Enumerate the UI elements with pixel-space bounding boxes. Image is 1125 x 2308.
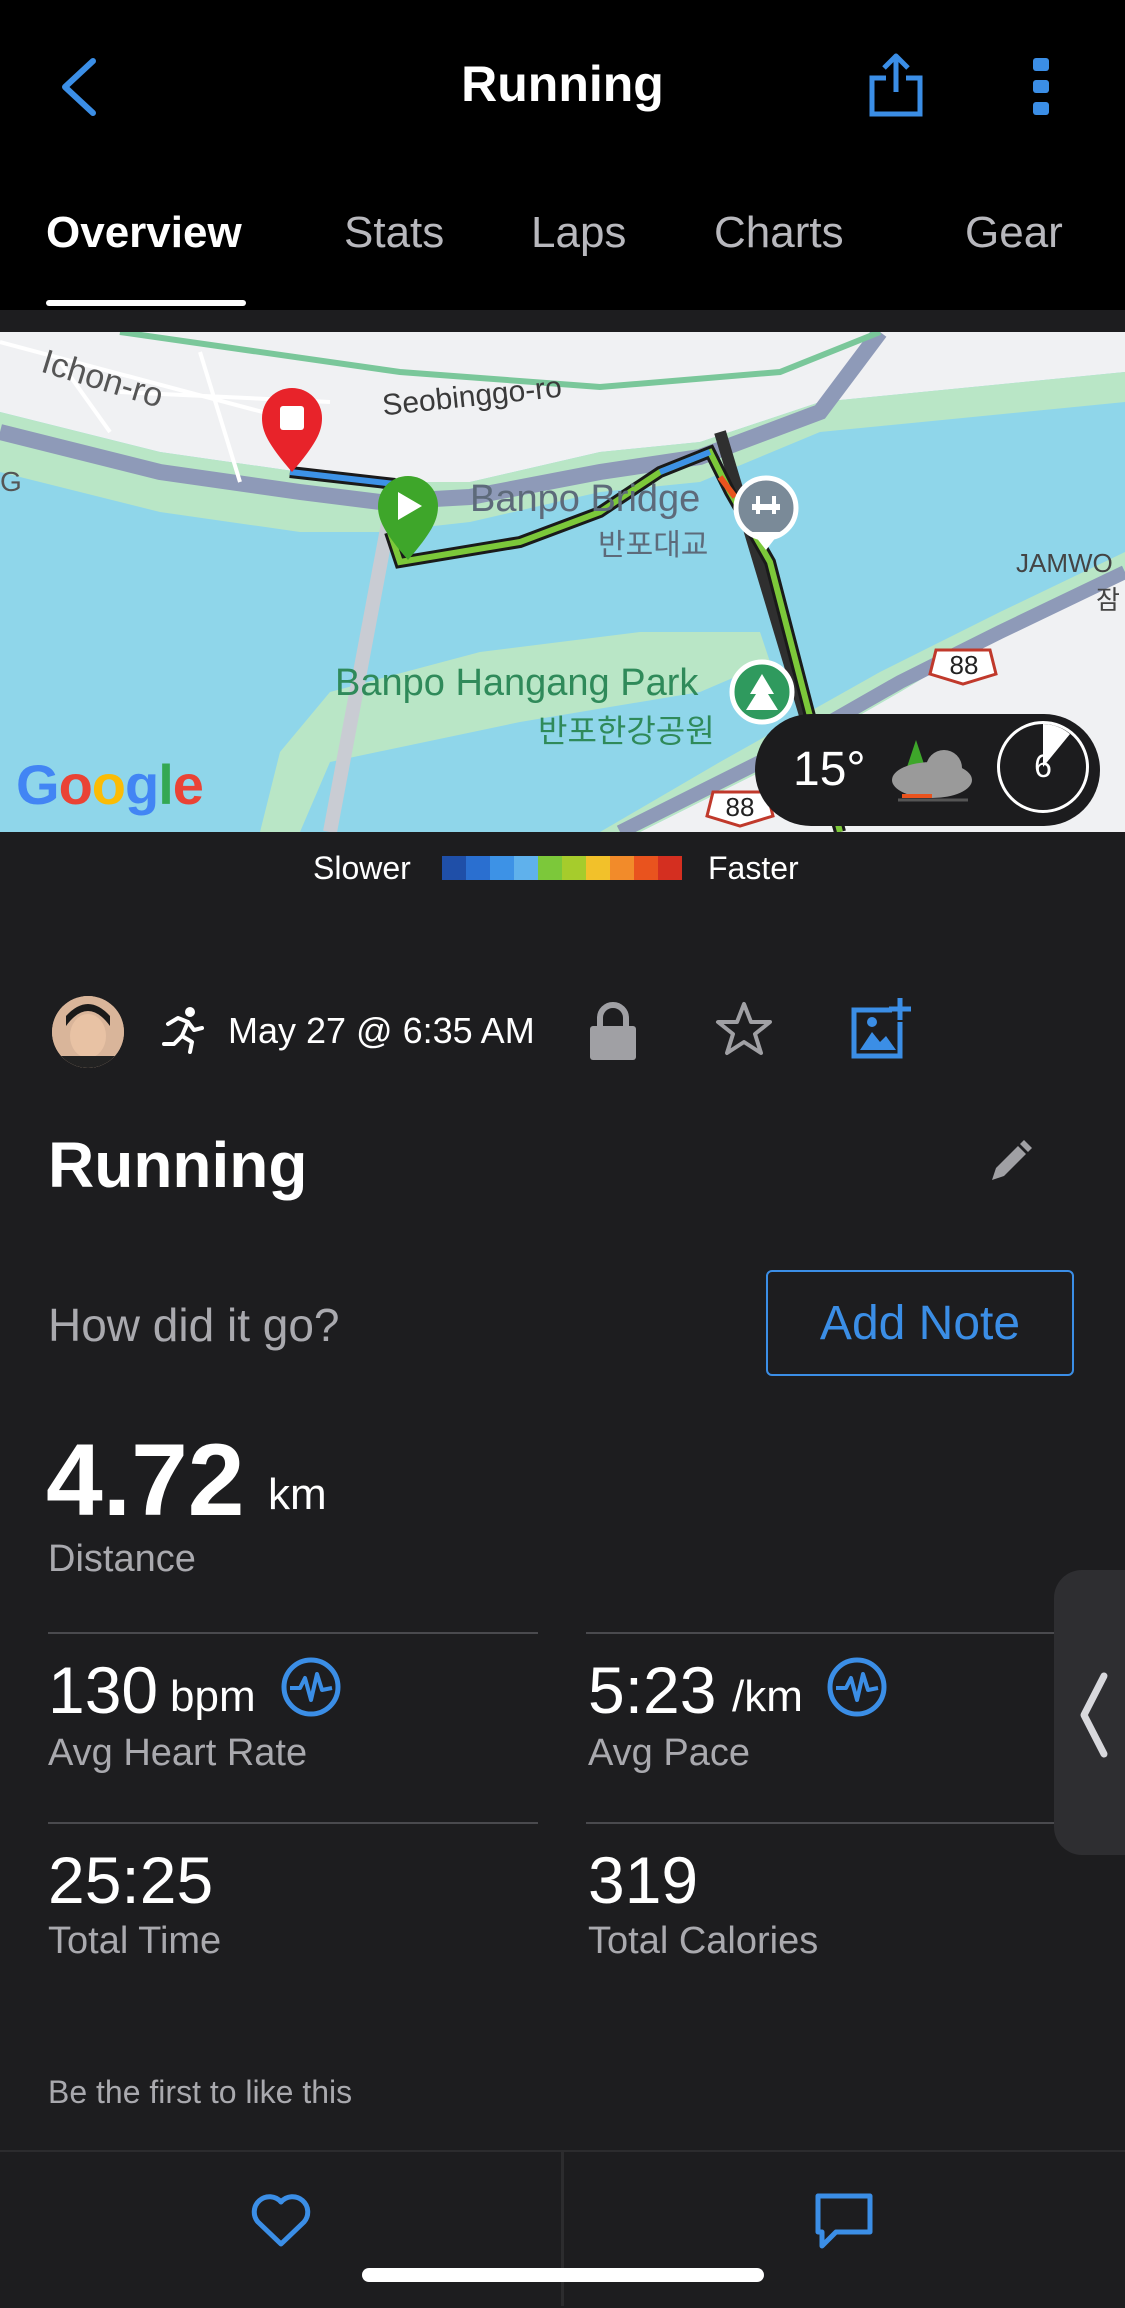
legend-color-segment [490, 856, 514, 880]
map-label-banpo-bridge-ko: 반포대교 [598, 529, 709, 562]
activity-title: Running [48, 1129, 308, 1201]
tab-charts[interactable]: Charts [714, 208, 844, 258]
home-indicator [362, 2268, 764, 2282]
route-shield-88-a: 88 [949, 650, 979, 680]
heart-icon[interactable] [250, 2192, 312, 2248]
stat-divider [586, 1632, 1056, 1634]
total-time-value: 25:25 [48, 1843, 214, 1917]
pace-unit: /km [732, 1672, 803, 1721]
avatar[interactable] [52, 996, 124, 1068]
add-photo-icon[interactable] [850, 998, 912, 1060]
page-title: Running [461, 56, 664, 112]
distance-unit: km [268, 1470, 327, 1519]
legend-slower-label: Slower [313, 850, 411, 886]
legend-color-segment [466, 856, 490, 880]
header-separator [0, 310, 1125, 332]
activity-date: May 27 @ 6:35 AM [228, 1010, 535, 1051]
legend-color-segment [634, 856, 658, 880]
heart-rate-chart-icon[interactable] [280, 1656, 342, 1718]
map-label-banpo-park-ko: 반포한강공원 [538, 713, 715, 749]
map-label-banpo-bridge: Banpo Bridge [470, 478, 701, 520]
tab-bar: Overview Stats Laps Charts Gear [0, 200, 1125, 310]
bottom-bar-divider [561, 2152, 564, 2306]
more-vertical-icon[interactable] [1030, 56, 1052, 116]
distance-value: 4.72 [46, 1423, 245, 1537]
cloud-rain-icon [892, 740, 972, 802]
side-panel-handle[interactable] [1054, 1570, 1125, 1855]
map-label-g: G [0, 466, 22, 497]
comment-icon[interactable] [814, 2192, 874, 2250]
map-label-jamwo: JAMWO [1016, 548, 1113, 578]
likes-summary: Be the first to like this [48, 2074, 353, 2110]
heart-rate-label: Avg Heart Rate [48, 1732, 308, 1774]
star-icon[interactable] [714, 1000, 774, 1060]
map-label-banpo-park: Banpo Hangang Park [335, 662, 699, 704]
tab-stats[interactable]: Stats [344, 208, 444, 258]
legend-faster-label: Faster [708, 850, 799, 886]
legend-color-segment [586, 856, 610, 880]
pace-label: Avg Pace [588, 1732, 750, 1774]
pace-color-legend [442, 856, 682, 880]
lock-icon[interactable] [588, 1000, 638, 1062]
active-tab-indicator [46, 300, 246, 306]
pace-value: 5:23 [588, 1653, 717, 1727]
calories-label: Total Calories [588, 1920, 819, 1962]
wind-speed-value: 6 [1034, 748, 1052, 784]
calories-value: 319 [588, 1843, 699, 1917]
stat-divider [48, 1822, 538, 1824]
google-logo: Google [16, 753, 204, 816]
share-icon[interactable] [866, 52, 926, 118]
map-label-jamwo-ko: 잠 [1096, 585, 1120, 615]
tab-gear[interactable]: Gear [965, 208, 1063, 258]
legend-color-segment [658, 856, 682, 880]
legend-color-segment [610, 856, 634, 880]
stat-divider [586, 1822, 1056, 1824]
add-note-button[interactable]: Add Note [766, 1270, 1074, 1376]
tab-overview[interactable]: Overview [46, 208, 242, 258]
total-time-label: Total Time [48, 1920, 222, 1962]
legend-color-segment [562, 856, 586, 880]
note-prompt: How did it go? [48, 1299, 340, 1351]
legend-color-segment [538, 856, 562, 880]
weather-temperature: 15° [793, 743, 866, 796]
pencil-icon[interactable] [988, 1140, 1032, 1184]
heart-rate-value: 130 [48, 1653, 159, 1727]
route-shield-88-b: 88 [725, 792, 755, 822]
tab-laps[interactable]: Laps [531, 208, 626, 258]
chevron-left-icon [1080, 1672, 1108, 1758]
heart-rate-unit: bpm [170, 1672, 256, 1721]
distance-label: Distance [48, 1538, 196, 1580]
running-icon [162, 1007, 204, 1054]
pace-chart-icon[interactable] [826, 1656, 888, 1718]
legend-color-segment [514, 856, 538, 880]
stat-divider [48, 1632, 538, 1634]
legend-color-segment [442, 856, 466, 880]
